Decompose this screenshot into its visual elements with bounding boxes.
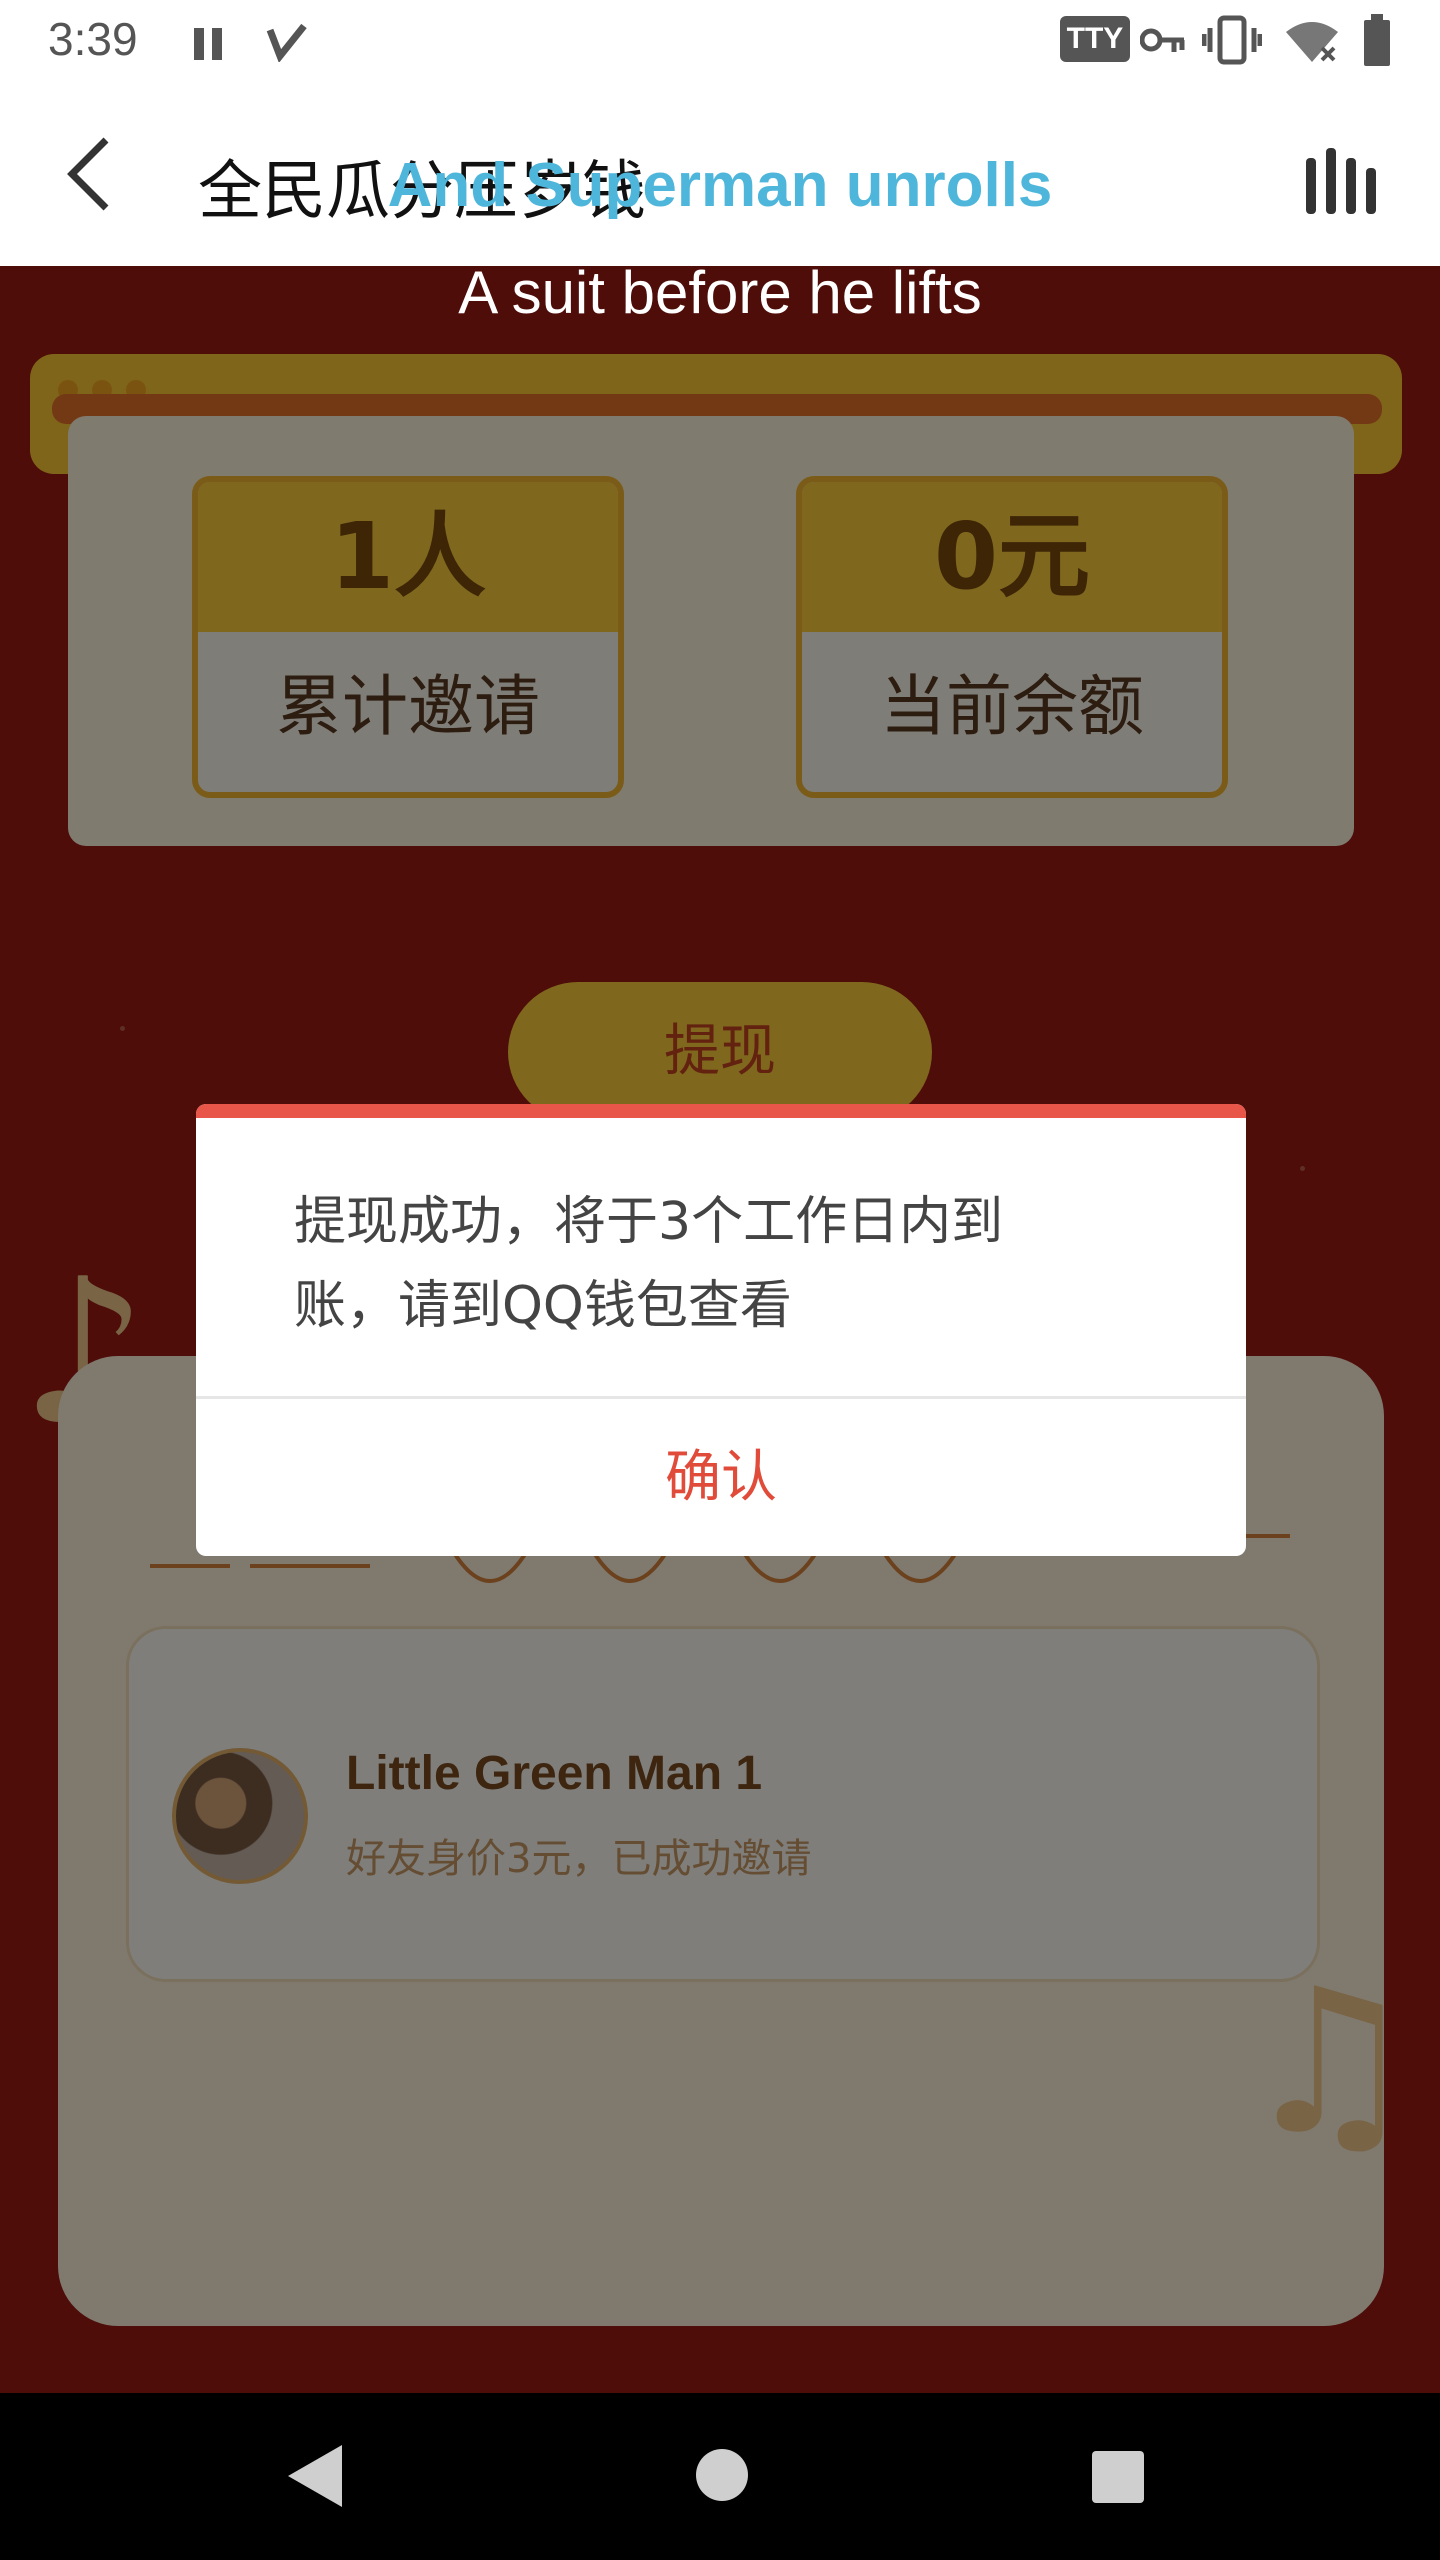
battery-icon (1364, 14, 1390, 66)
dialog-message-line-2: 账，请到QQ钱包查看 (294, 1276, 792, 1336)
vpn-key-icon (1140, 28, 1185, 52)
nav-back-icon[interactable] (286, 2443, 344, 2509)
dialog-accent-bar (196, 1104, 1246, 1118)
status-bar: 3:39 TTY (0, 0, 1440, 88)
success-dialog: 提现成功，将于3个工作日内到 账，请到QQ钱包查看 确认 (196, 1104, 1246, 1556)
dialog-message: 提现成功，将于3个工作日内到 账，请到QQ钱包查看 (294, 1180, 1154, 1348)
confirm-button[interactable]: 确认 (196, 1399, 1246, 1556)
subtitle-line-1: And Superman unrolls (387, 151, 1053, 220)
dialog-message-line-1: 提现成功，将于3个工作日内到 (294, 1192, 1004, 1252)
status-time: 3:39 (48, 13, 138, 65)
check-icon (266, 23, 307, 62)
nav-recents-icon[interactable] (1090, 2449, 1146, 2505)
nav-home-icon[interactable] (694, 2447, 750, 2503)
pause-icon (194, 28, 222, 60)
tty-icon: TTY (1060, 16, 1130, 62)
navigation-bar (0, 2393, 1440, 2560)
subtitle-line-2: A suit before he lifts (458, 259, 982, 326)
wifi-off-icon (1286, 22, 1338, 62)
vibrate-icon (1202, 15, 1262, 65)
